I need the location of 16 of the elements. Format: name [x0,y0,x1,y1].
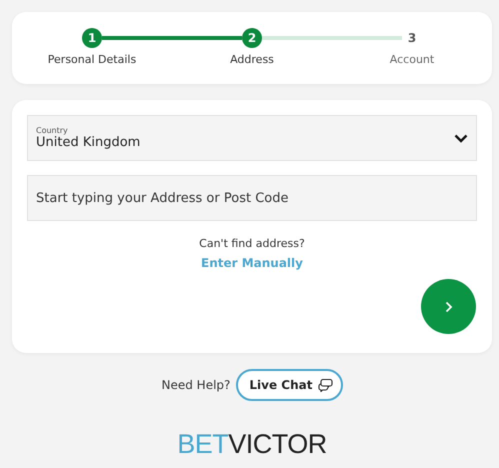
help-text: Need Help? [162,378,230,392]
country-select[interactable]: Country United Kingdom [27,115,477,161]
address-input[interactable]: Start typing your Address or Post Code [27,175,477,221]
chat-bubbles-icon [318,378,332,392]
chevron-right-icon [444,300,452,312]
logo: BETVICTOR [177,429,327,460]
field-value: United Kingdom [36,135,142,150]
live-chat-button[interactable]: Live Chat [236,369,342,401]
chevron-down-icon [454,134,468,142]
field-label: Country [36,126,69,135]
step-label: Address [230,53,274,66]
step-number: 2 [242,28,262,48]
step-label: Account [390,53,434,66]
step-number: 1 [82,28,102,48]
step-label: Personal Details [48,53,136,66]
hint-text: Can't find address? [199,237,305,250]
